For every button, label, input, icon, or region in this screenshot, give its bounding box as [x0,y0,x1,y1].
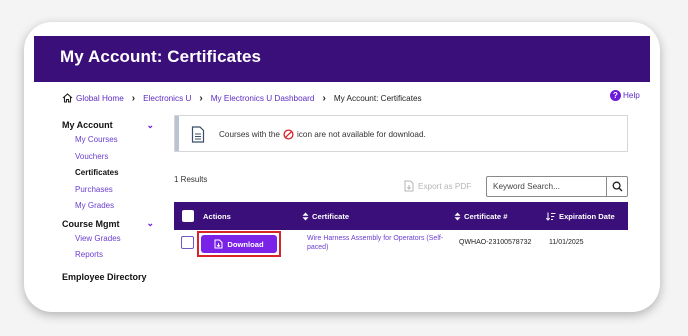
breadcrumb-global-home[interactable]: Global Home [76,94,124,103]
column-header-label: Certificate # [464,212,508,221]
certificate-number: QWHAO-23100578732 [459,239,532,246]
notice-text-before: Courses with the [219,130,280,139]
search-input[interactable] [487,177,606,196]
breadcrumb-separator-icon: › [131,92,136,104]
column-header-certificate-number[interactable]: Certificate # [454,212,507,221]
sidebar-item-purchases[interactable]: Purchases [62,182,162,199]
search-icon [612,181,622,192]
column-header-label: Actions [203,212,231,221]
search-button[interactable] [606,177,627,196]
help-icon: ? [610,90,621,101]
column-header-expiration-date[interactable]: Expiration Date [546,212,615,221]
document-icon [191,126,205,143]
download-highlight: Download [197,231,281,257]
breadcrumb: Global Home › Electronics U › My Electro… [62,91,422,105]
chevron-down-icon[interactable]: ⌄ [146,120,154,131]
results-count: 1 Results [174,175,208,184]
export-pdf-button[interactable]: Export as PDF [404,180,471,192]
column-header-certificate[interactable]: Certificate [302,212,349,221]
row-checkbox[interactable] [181,236,194,249]
sidebar-item-employee-directory[interactable]: Employee Directory [62,272,162,282]
sidebar-item-my-courses[interactable]: My Courses [62,132,162,149]
breadcrumb-current: My Account: Certificates [333,93,422,103]
sidebar-section-label: Course Mgmt [62,218,120,229]
sidebar-item-vouchers[interactable]: Vouchers [62,149,162,166]
breadcrumb-electronics-u[interactable]: Electronics U [143,94,191,103]
page-frame: My Account: Certificates Global Home › E… [24,22,660,312]
breadcrumb-separator-icon: › [322,92,326,104]
table-header: Actions Certificate Certificate # Expira… [174,202,628,230]
notice-text: Courses with the icon are not available … [219,129,426,140]
expiration-date: 11/01/2025 [549,239,584,246]
notice-accent-bar [175,116,179,151]
sort-icon [302,212,309,221]
breadcrumb-separator-icon: › [199,92,203,104]
certificate-name-link[interactable]: Wire Harness Assembly for Operators (Sel… [307,234,447,252]
prohibited-icon [283,129,294,140]
chevron-down-icon[interactable]: ⌄ [146,218,154,229]
select-all-checkbox[interactable] [182,210,194,222]
sidebar-item-view-grades[interactable]: View Grades [62,231,162,248]
sidebar-section-label: My Account [62,120,113,130]
help-link[interactable]: ? Help [610,90,640,101]
sidebar-item-reports[interactable]: Reports [62,247,162,264]
breadcrumb-home[interactable]: Global Home [62,93,124,103]
column-header-actions: Actions [203,212,231,221]
page-title: My Account: Certificates [60,47,262,66]
help-label: Help [623,91,640,100]
keyword-search [486,176,628,197]
sidebar-section-my-account[interactable]: My Account ⌄ [62,118,162,132]
breadcrumb-dashboard[interactable]: My Electronics U Dashboard [211,94,315,103]
download-icon [214,239,223,249]
sidebar-item-certificates[interactable]: Certificates [62,165,162,182]
table-row: Download Wire Harness Assembly for Opera… [174,230,628,260]
sidebar-section-course-mgmt[interactable]: Course Mgmt ⌄ [62,217,162,231]
export-pdf-label: Export as PDF [418,181,472,191]
sidebar: My Account ⌄ My Courses Vouchers Certifi… [62,118,162,282]
sort-descending-icon [546,212,556,221]
download-label: Download [227,239,264,249]
column-header-label: Expiration Date [559,212,615,221]
notice-text-after: icon are not available for download. [296,130,426,139]
page-header: My Account: Certificates [34,36,650,82]
sidebar-item-my-grades[interactable]: My Grades [62,198,162,215]
home-icon [62,93,73,103]
download-notice: Courses with the icon are not available … [174,115,628,152]
download-button[interactable]: Download [201,235,277,253]
column-header-label: Certificate [312,212,350,221]
sort-icon [454,212,461,221]
certificates-table: Actions Certificate Certificate # Expira… [174,202,628,260]
export-pdf-icon [404,180,414,192]
